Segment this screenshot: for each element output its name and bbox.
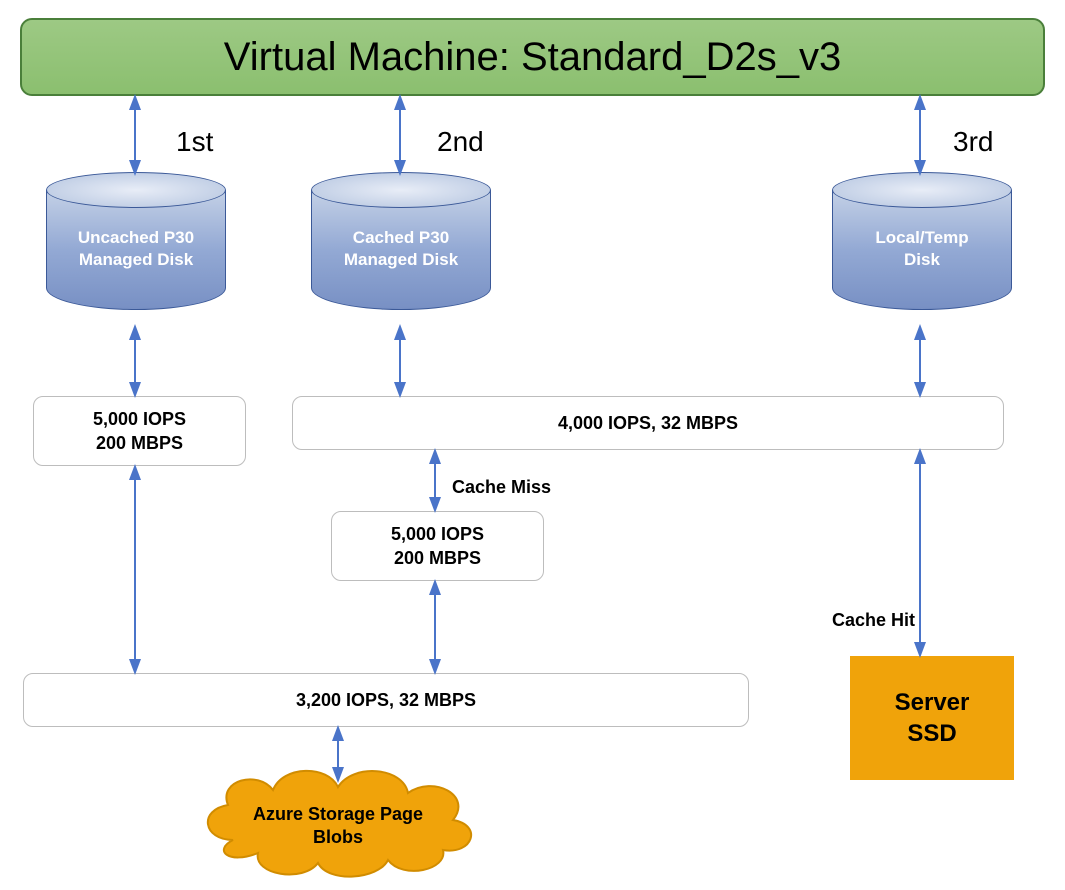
stat-cache-miss-line1: 5,000 IOPS bbox=[391, 524, 484, 544]
disk-cached-label: Cached P30 Managed Disk bbox=[311, 227, 491, 271]
vm-title-box: Virtual Machine: Standard_D2s_v3 bbox=[20, 18, 1045, 96]
server-ssd-box: Server SSD bbox=[850, 656, 1014, 780]
label-1st: 1st bbox=[176, 126, 213, 158]
stat-uncached-line2: 200 MBPS bbox=[96, 433, 183, 453]
ssd-line2: SSD bbox=[907, 720, 956, 747]
vm-title: Virtual Machine: Standard_D2s_v3 bbox=[224, 35, 841, 80]
disk-local-line1: Local/Temp bbox=[875, 228, 968, 247]
cloud-line2: Blobs bbox=[313, 827, 363, 847]
label-2nd: 2nd bbox=[437, 126, 484, 158]
storage-cloud: Azure Storage Page Blobs bbox=[193, 755, 483, 885]
disk-cached: Cached P30 Managed Disk bbox=[311, 172, 491, 327]
disk-cached-line1: Cached P30 bbox=[353, 228, 449, 247]
disk-uncached-line2: Managed Disk bbox=[79, 250, 193, 269]
stat-cached-text: 4,000 IOPS, 32 MBPS bbox=[558, 411, 738, 435]
disk-uncached: Uncached P30 Managed Disk bbox=[46, 172, 226, 327]
disk-local-line2: Disk bbox=[904, 250, 940, 269]
stat-cache-miss-line2: 200 MBPS bbox=[394, 548, 481, 568]
stat-cached: 4,000 IOPS, 32 MBPS bbox=[292, 396, 1004, 450]
stat-cache-miss: 5,000 IOPS 200 MBPS bbox=[331, 511, 544, 581]
label-cache-miss: Cache Miss bbox=[452, 477, 551, 498]
label-3rd: 3rd bbox=[953, 126, 993, 158]
disk-cached-line2: Managed Disk bbox=[344, 250, 458, 269]
disk-cylinder-top bbox=[832, 172, 1012, 208]
cloud-line1: Azure Storage Page bbox=[253, 804, 423, 824]
disk-cylinder-top bbox=[311, 172, 491, 208]
stat-blob-text: 3,200 IOPS, 32 MBPS bbox=[296, 688, 476, 712]
disk-uncached-line1: Uncached P30 bbox=[78, 228, 194, 247]
ssd-line1: Server bbox=[895, 689, 970, 716]
label-cache-hit: Cache Hit bbox=[832, 610, 915, 631]
disk-local: Local/Temp Disk bbox=[832, 172, 1012, 327]
stat-uncached: 5,000 IOPS 200 MBPS bbox=[33, 396, 246, 466]
disk-cylinder-top bbox=[46, 172, 226, 208]
disk-local-label: Local/Temp Disk bbox=[832, 227, 1012, 271]
cloud-label: Azure Storage Page Blobs bbox=[193, 803, 483, 850]
disk-uncached-label: Uncached P30 Managed Disk bbox=[46, 227, 226, 271]
stat-uncached-line1: 5,000 IOPS bbox=[93, 409, 186, 429]
stat-blob: 3,200 IOPS, 32 MBPS bbox=[23, 673, 749, 727]
